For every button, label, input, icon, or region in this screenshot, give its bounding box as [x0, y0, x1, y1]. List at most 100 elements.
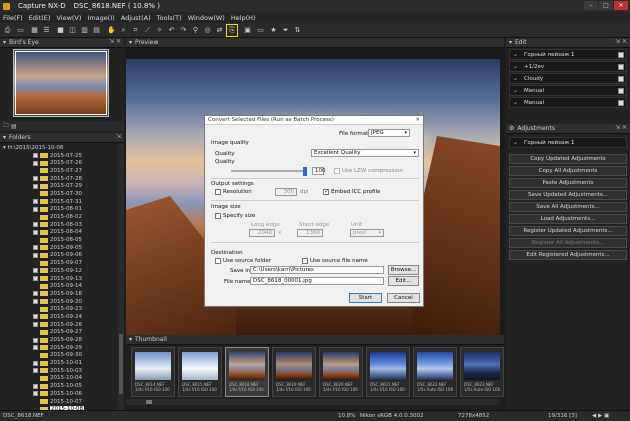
metadata-tab-icon[interactable]: ▤ — [11, 123, 17, 130]
file-format-select[interactable]: JPEG — [368, 129, 410, 137]
folder-item[interactable]: 2015-10-04 — [0, 375, 117, 383]
expand-icon[interactable] — [33, 337, 38, 343]
collapse-icon[interactable]: ▾ — [129, 39, 132, 46]
file-name-input[interactable]: DSC_8618_00001.jpg — [250, 277, 384, 285]
collapse-icon[interactable]: ▾ — [509, 39, 512, 46]
thumbnail-item[interactable]: DSC_8618.NEF 1/4s f/16 ISO 100 — [225, 347, 269, 397]
thumbnail-item[interactable]: DSC_8623.NEF 1/5s Auto ISO 100 — [460, 347, 504, 397]
browse-button[interactable]: Browse... — [388, 265, 419, 275]
use-source-folder-checkbox[interactable] — [215, 258, 221, 264]
adjustment-button[interactable]: Paste Adjustments — [509, 178, 627, 188]
expand-icon[interactable] — [33, 291, 38, 297]
expand-icon[interactable] — [33, 229, 38, 235]
rotate-right-icon[interactable]: ↷ — [179, 26, 188, 35]
menu-help[interactable]: Help(H) — [231, 14, 256, 22]
edit-step-checkbox[interactable] — [618, 75, 624, 82]
folder-item[interactable]: 2015-09-23 — [0, 305, 117, 313]
maximize-button[interactable]: □ — [599, 1, 613, 10]
star-icon[interactable]: ★ — [269, 26, 278, 35]
folder-tree[interactable]: ▾ H:\2015\2015-10-08 2015-07-25 2015-07-26 2… — [0, 144, 117, 410]
folder-item[interactable]: 2015-10-01 — [0, 359, 117, 367]
menu-edit[interactable]: Edit(E) — [29, 14, 51, 22]
minimize-button[interactable]: – — [584, 1, 598, 10]
thumbnail-item[interactable]: DSC_8620.NEF 1/4s f/16 ISO 100 — [319, 347, 363, 397]
hand-tool-icon[interactable]: ✋ — [107, 26, 116, 35]
expand-icon[interactable] — [33, 345, 38, 351]
collapse-icon[interactable]: ▾ — [3, 134, 6, 141]
list-view-icon[interactable]: ☰ — [42, 26, 51, 35]
edit-step-row[interactable]: ⌄ Cloudy — [509, 73, 627, 84]
folder-item[interactable]: 2015-07-25 — [0, 152, 117, 160]
folder-item[interactable]: 2015-07-27 — [0, 167, 117, 175]
menu-image[interactable]: Image(I) — [87, 14, 114, 22]
adjustment-button[interactable]: Copy All Adjustments — [509, 166, 627, 176]
edit-step-checkbox[interactable] — [618, 87, 624, 94]
quality-slider[interactable] — [231, 167, 307, 176]
folder-item[interactable]: 2015-07-28 — [0, 175, 117, 183]
edit-step-row[interactable]: ⌄ Manual — [509, 97, 627, 108]
adjustment-button[interactable]: Register All Adjustments... — [509, 238, 627, 248]
folder-item[interactable]: 2015-09-24 — [0, 313, 117, 321]
menu-adjust[interactable]: Adjust(A) — [121, 14, 151, 22]
panel-pin-icon[interactable]: ⇲ — [116, 133, 121, 140]
adjustment-button[interactable]: Edit Registered Adjustments... — [509, 250, 627, 260]
adjustment-button[interactable]: Load Adjustments... — [509, 214, 627, 224]
expand-icon[interactable] — [33, 314, 38, 320]
expand-icon[interactable] — [33, 183, 38, 189]
thumbnail-item[interactable]: DSC_8622.NEF 1/5s Auto ISO 100 — [413, 347, 457, 397]
edit-step-row[interactable]: ⌄ +1/2ev — [509, 61, 627, 72]
viewnx-icon[interactable]: ▣ — [243, 26, 252, 35]
folder-item[interactable]: 2015-09-13 — [0, 275, 117, 283]
folder-item[interactable]: 2015-08-03 — [0, 221, 117, 229]
scroll-thumb[interactable] — [119, 334, 123, 394]
expand-icon[interactable] — [33, 160, 38, 166]
thumbnail-item[interactable]: DSC_8614.NEF 1/4s f/16 ISO 100 — [131, 347, 175, 397]
edit-step-checkbox[interactable] — [618, 63, 624, 70]
adjustment-preset-select[interactable]: ⌄ Горный пейзаж 1 — [509, 137, 627, 148]
thumbnail-item[interactable]: DSC_8619.NEF 1/4s f/16 ISO 100 — [272, 347, 316, 397]
zoom-tool-icon[interactable]: ⌕ — [119, 26, 128, 35]
folder-item[interactable]: 2015-09-28 — [0, 336, 117, 344]
expand-icon[interactable] — [33, 206, 38, 212]
long-edge-input[interactable]: 2040 — [249, 229, 275, 237]
collapse-icon[interactable]: ▾ — [129, 336, 132, 343]
grid-view-icon[interactable]: ▦ — [30, 26, 39, 35]
expand-icon[interactable] — [33, 153, 38, 159]
expand-icon[interactable] — [33, 383, 38, 389]
dust-off-icon[interactable]: ✧ — [155, 26, 164, 35]
print-icon[interactable]: ⎙ — [3, 26, 12, 35]
expand-icon[interactable] — [33, 276, 38, 282]
folder-item[interactable]: 2015-09-30 — [0, 352, 117, 360]
lzw-checkbox[interactable] — [334, 168, 340, 174]
expand-icon[interactable] — [33, 268, 38, 274]
folder-item[interactable]: 2015-08-05 — [0, 236, 117, 244]
use-source-name-checkbox[interactable] — [302, 258, 308, 264]
folder-item[interactable]: 2015-09-07 — [0, 259, 117, 267]
scroll-thumb[interactable] — [146, 400, 152, 404]
folder-item[interactable]: 2015-07-30 — [0, 190, 117, 198]
folder-item[interactable]: 2015-08-02 — [0, 213, 117, 221]
filmstrip-icon[interactable]: ▤ — [92, 26, 101, 35]
thumbnail-item[interactable]: DSC_8621.NEF 1/4s f/16 ISO 100 — [366, 347, 410, 397]
folder-item[interactable]: 2015-09-06 — [0, 252, 117, 260]
close-button[interactable]: ✕ — [614, 1, 628, 10]
folder-item[interactable]: 2015-08-04 — [0, 229, 117, 237]
folder-item[interactable]: 2015-09-18 — [0, 290, 117, 298]
edit-step-checkbox[interactable] — [618, 51, 624, 58]
browser-icon[interactable]: ▭ — [16, 26, 25, 35]
folder-item[interactable]: 2015-10-06 — [0, 390, 117, 398]
specify-size-checkbox[interactable] — [215, 213, 221, 219]
filter-icon[interactable]: ⏷ — [281, 26, 290, 35]
single-view-icon[interactable]: ■ — [56, 26, 65, 35]
folder-item[interactable]: 2015-07-29 — [0, 182, 117, 190]
save-in-input[interactable]: C:\Users\karri\Pictures — [250, 266, 384, 274]
view-rectangle[interactable] — [15, 51, 107, 115]
menu-view[interactable]: View(V) — [56, 14, 81, 22]
folder-item[interactable]: 2015-08-01 — [0, 206, 117, 214]
folder-item[interactable]: 2015-09-05 — [0, 244, 117, 252]
rotate-left-icon[interactable]: ↶ — [167, 26, 176, 35]
compare-view-icon[interactable]: ◫ — [68, 26, 77, 35]
embed-icc-checkbox[interactable] — [323, 188, 329, 195]
adjustment-button[interactable]: Copy Updated Adjustments — [509, 154, 627, 164]
edit-filename-button[interactable]: Edit... — [388, 276, 419, 286]
